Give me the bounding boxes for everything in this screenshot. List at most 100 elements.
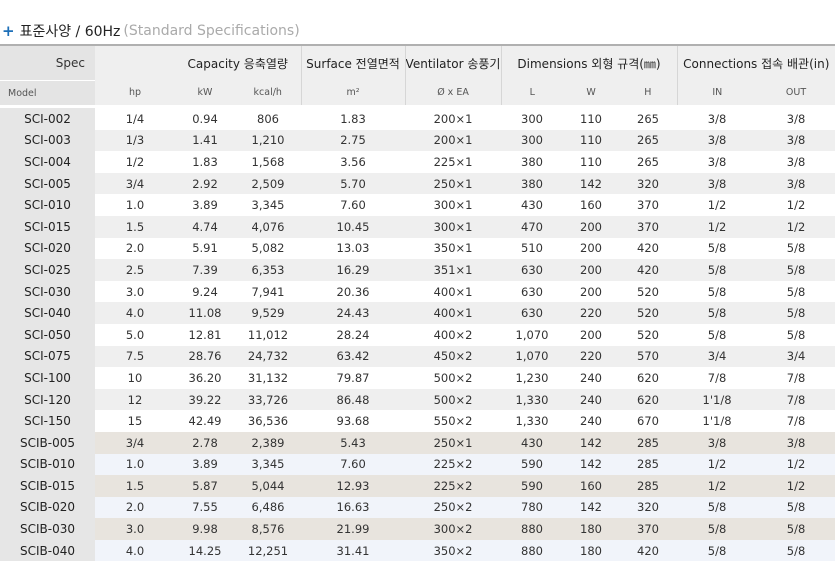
cell-surface: 28.24: [336, 327, 370, 342]
cell-conn-in: 1/2: [677, 215, 758, 238]
cell-hp: 10: [127, 370, 143, 385]
header-row-groups: Spec Capacity 응축열량 Surface 전열면적 Ventilat…: [0, 44, 835, 81]
table-row: SCIB-020 2.0 7.55 6,486 16.63 250×2 780 142 320 5…: [0, 496, 835, 519]
cell-model: SCIB-005: [0, 431, 95, 454]
cell-dim-l: 590: [501, 453, 564, 476]
cell-dim-l: 1,330: [501, 388, 564, 411]
cell-ventilator: 225×1: [433, 154, 473, 169]
cell-kcal: 3,345: [251, 198, 285, 213]
cell-dim-w: 220: [563, 302, 620, 324]
cell-dim-w: 160: [580, 198, 602, 213]
cell-dim-l: 380: [501, 172, 564, 195]
cell-surface: 13.03: [336, 241, 370, 256]
cell-ventilator: 200×1: [405, 129, 502, 152]
cell-model: SCI-030: [0, 280, 95, 303]
cell-conn-in: 5/8: [677, 518, 758, 540]
cell-kcal: 11,012: [247, 327, 289, 342]
cell-dim-w: 180: [563, 539, 620, 562]
table-row: SCI-020 2.0 5.91 5,082 13.03 350×1 510 200 420 5/…: [0, 237, 835, 260]
unit-out: OUT: [757, 80, 835, 107]
cell-ventilator: 450×2: [405, 345, 502, 368]
cell-conn-out: 7/8: [786, 370, 806, 385]
table-row: SCI-002 1/4 0.94 806 1.83 200×1 300 110 265 3/8 3/…: [0, 104, 835, 130]
cell-model: SCI-040: [0, 302, 95, 324]
table-row: SCIB-030 3.0 9.98 8,576 21.99 300×2 880 180 370 5…: [0, 518, 835, 540]
cell-hp: 1.5: [95, 475, 175, 497]
cell-kcal: 7,941: [251, 284, 285, 299]
cell-conn-out: 7/8: [786, 414, 806, 429]
cell-surface: 2.75: [301, 129, 406, 152]
cell-dim-h: 370: [619, 518, 678, 540]
cell-dim-w: 110: [580, 154, 602, 169]
table-row: SCI-005 3/4 2.92 2,509 5.70 250×1 380 142 320 3/8…: [0, 172, 835, 195]
cell-hp: 4.0: [95, 302, 175, 324]
cell-kw: 9.98: [175, 518, 235, 540]
cell-dim-l: 630: [521, 284, 543, 299]
cell-kcal: 33,726: [235, 388, 302, 411]
cell-dim-w: 142: [563, 172, 620, 195]
cell-conn-in: 1/2: [677, 453, 758, 476]
unit-m2: m²: [300, 80, 406, 107]
cell-ventilator: 350×1: [433, 241, 473, 256]
cell-hp: 1.0: [95, 453, 175, 476]
cell-conn-out: 3/8: [786, 154, 806, 169]
cell-kcal: 1,568: [251, 154, 285, 169]
cell-surface: 5.70: [301, 172, 406, 195]
cell-dim-l: 510: [521, 241, 543, 256]
header-row-units: Model hp kW kcal/h m² Ø x EA L W H IN OU…: [0, 80, 835, 107]
cell-dim-h: 370: [619, 215, 678, 238]
cell-conn-in: 3/8: [677, 431, 758, 454]
table-row: SCI-004 1/2 1.83 1,568 3.56 225×1 380 110 265 3/8…: [0, 151, 835, 173]
unit-kw: kW: [175, 80, 235, 107]
cell-dim-l: 1,230: [515, 370, 549, 385]
unit-in: IN: [676, 80, 758, 107]
cell-kw: 12.81: [188, 327, 222, 342]
cell-dim-l: 880: [501, 518, 564, 540]
cell-dim-w: 142: [563, 453, 620, 476]
cell-kw: 7.39: [175, 259, 235, 281]
cell-conn-in: 5/8: [707, 241, 727, 256]
cell-dim-w: 240: [580, 414, 602, 429]
table-row: SCI-010 1.0 3.89 3,345 7.60 300×1 430 160 370 1/2…: [0, 194, 835, 216]
cell-dim-w: 220: [563, 345, 620, 368]
cell-dim-l: 1,330: [515, 414, 549, 429]
cell-dim-l: 1,070: [515, 327, 549, 342]
cell-dim-l: 300: [501, 129, 564, 152]
cell-model: SCIB-015: [0, 475, 95, 497]
cell-ventilator: 225×2: [405, 453, 502, 476]
cell-kcal: 8,576: [235, 518, 302, 540]
cell-kw: 0.94: [175, 104, 235, 130]
cell-dim-l: 430: [521, 198, 543, 213]
cell-conn-in: 7/8: [707, 370, 727, 385]
cell-dim-l: 430: [501, 431, 564, 454]
table-row: SCI-025 2.5 7.39 6,353 16.29 351×1 630 200 420 5/…: [0, 259, 835, 281]
table-row: SCI-075 7.5 28.76 24,732 63.42 450×2 1,070 220 5…: [0, 345, 835, 368]
cell-ventilator: 500×2: [433, 370, 473, 385]
cell-dim-h: 265: [619, 104, 678, 130]
cell-dim-h: 285: [619, 475, 678, 497]
capacity-header: Capacity 응축열량: [175, 44, 302, 81]
cell-conn-in: 1/2: [707, 198, 727, 213]
cell-conn-out: 7/8: [757, 388, 835, 411]
cell-dim-w: 200: [580, 241, 602, 256]
cell-kcal: 6,353: [235, 259, 302, 281]
cell-conn-out: 5/8: [786, 241, 806, 256]
cell-surface: 86.48: [301, 388, 406, 411]
cell-conn-in: 3/8: [707, 154, 727, 169]
cell-model: SCIB-030: [0, 518, 95, 540]
cell-dim-h: 520: [637, 284, 659, 299]
table-row: SCI-030 3.0 9.24 7,941 20.36 400×1 630 200 520 5/…: [0, 280, 835, 303]
cell-hp: 3.0: [95, 518, 175, 540]
cell-kcal: 24,732: [235, 345, 302, 368]
cell-ventilator: 300×2: [405, 518, 502, 540]
cell-model: SCI-120: [0, 388, 95, 411]
cell-model: SCI-020: [0, 237, 95, 260]
cell-surface: 1.83: [301, 104, 406, 130]
cell-conn-in: 1/2: [677, 475, 758, 497]
cell-conn-out: 5/8: [757, 539, 835, 562]
connections-header: Connections 접속 배관(in): [676, 44, 835, 81]
cell-kcal: 31,132: [247, 370, 289, 385]
cell-hp: 2.0: [125, 241, 145, 256]
cell-conn-in: 5/8: [677, 259, 758, 281]
cell-conn-in: 5/8: [707, 284, 727, 299]
